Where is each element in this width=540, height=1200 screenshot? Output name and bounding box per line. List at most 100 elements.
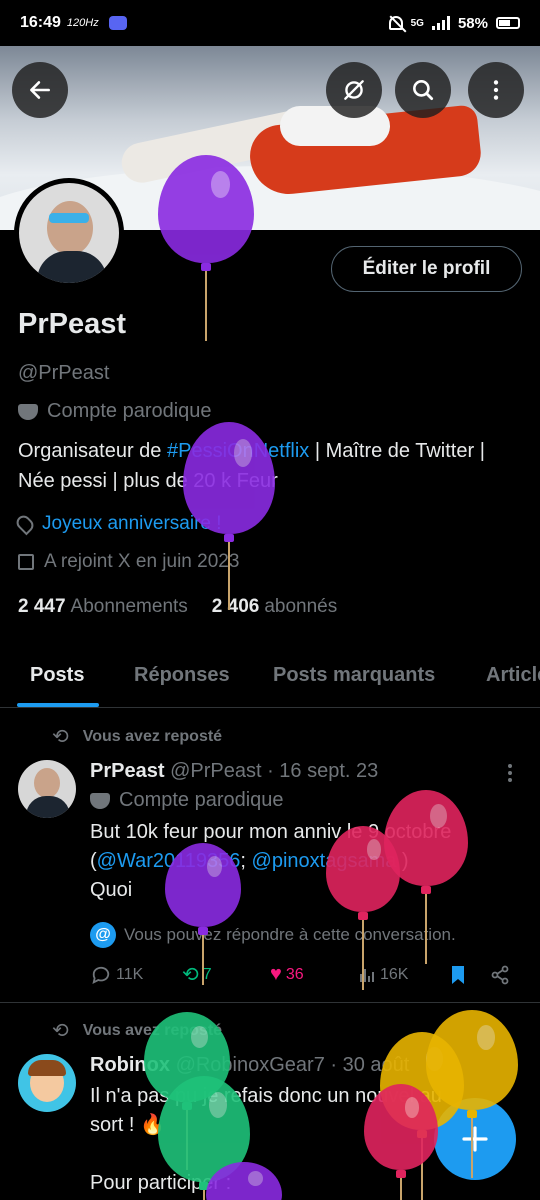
mute-bell-icon: [388, 16, 403, 30]
post-paren-open: (: [90, 850, 97, 872]
search-button[interactable]: [395, 62, 451, 118]
following-label: Abonnements: [70, 596, 188, 617]
post-paren-close: ): [396, 850, 409, 872]
post-text-line2: (@War20119356; @pinoxtagsama ): [90, 847, 520, 876]
post-separator: ;: [240, 850, 252, 872]
post-avatar-2[interactable]: [18, 1054, 76, 1112]
network-type: 5G: [410, 17, 424, 29]
bio-hashtag-link[interactable]: #PessiOnNetflix: [167, 440, 309, 462]
avatar-face: [47, 201, 93, 255]
follow-stats: 2 447 Abonnements 2 406 abonnés: [18, 596, 337, 618]
bio-text: Organisateur de: [18, 440, 167, 462]
repost-label: Vous avez reposté: [82, 727, 223, 745]
profile-avatar[interactable]: [14, 178, 124, 288]
post-text: But 10k feur pour mon anniv le 9 octobre…: [90, 818, 520, 905]
profile-name: PrPeast: [18, 308, 127, 340]
post-parody-label: Compte parodique: [90, 789, 284, 812]
at-sign-icon: @: [90, 922, 116, 948]
profile-location: Joyeux anniversaire !: [13, 512, 222, 536]
repost-button[interactable]: ⟲ 7: [182, 962, 270, 987]
following-link[interactable]: 2 447 Abonnements: [18, 596, 188, 618]
active-tab-indicator: [17, 703, 99, 707]
back-button[interactable]: [12, 62, 68, 118]
location-pin-icon: [13, 512, 37, 536]
repost-header: ⟲ Vous avez reposté: [52, 724, 222, 749]
heart-icon: ♥: [270, 963, 282, 985]
post-actions: 11K ⟲ 7 ♥ 36 16K: [90, 962, 520, 987]
discord-icon: [108, 16, 127, 30]
post-author[interactable]: PrPeast: [90, 760, 165, 782]
joined-text: A rejoint X en juin 2023: [44, 551, 240, 572]
grok-button[interactable]: [326, 62, 382, 118]
mention-link-2[interactable]: @pinoxtagsama: [252, 850, 397, 872]
profile-joined: A rejoint X en juin 2023: [18, 551, 239, 573]
repost-count: 7: [202, 965, 212, 983]
followers-link[interactable]: 2 406 abonnés: [212, 596, 337, 618]
mention-link-1[interactable]: @War20119356: [97, 850, 241, 872]
reply-count: 11K: [116, 965, 144, 983]
plus-icon: [462, 1126, 488, 1152]
back-arrow-icon: [30, 81, 50, 99]
followers-label: abonnés: [264, 596, 338, 617]
parody-text: Compte parodique: [47, 400, 212, 422]
bookmark-button[interactable]: [450, 965, 490, 985]
profile-bio: Organisateur de #PessiOnNetflix | Maître…: [18, 436, 518, 496]
repost-action-icon: ⟲: [182, 964, 199, 986]
tab-highlights[interactable]: Posts marquants: [273, 664, 435, 687]
parody-label: Compte parodique: [18, 400, 212, 423]
signal-icon: [431, 16, 450, 30]
battery-icon: [496, 17, 520, 29]
status-time: 16:49: [20, 14, 61, 31]
following-count: 2 447: [18, 596, 66, 617]
followers-count: 2 406: [211, 596, 260, 617]
avatar-glasses: [49, 213, 89, 223]
post-more-icon[interactable]: [508, 764, 512, 782]
profile-tabs: Posts Réponses Posts marquants Articles: [0, 648, 540, 708]
post-parody-mask-icon: [90, 792, 110, 809]
reply-icon: [92, 966, 110, 984]
post-header: PrPeast @PrPeast · 16 sept. 23: [90, 760, 378, 783]
tab-replies[interactable]: Réponses: [134, 664, 230, 687]
post-text-line3: Quoi: [90, 879, 133, 901]
post-avatar-shirt: [26, 796, 70, 818]
post-parody-text: Compte parodique: [119, 789, 284, 811]
post-divider: [0, 1002, 540, 1003]
post-handle-date: @PrPeast · 16 sept. 23: [170, 760, 379, 782]
like-button[interactable]: ♥ 36: [270, 963, 358, 986]
post-avatar-face: [34, 768, 60, 798]
repost-icon-2: ⟲: [52, 1020, 69, 1042]
edit-profile-button[interactable]: Éditer le profil: [331, 246, 522, 292]
refresh-rate: 120Hz: [66, 17, 99, 29]
repost-header-2: ⟲ Vous avez reposté: [52, 1018, 222, 1043]
reply-button[interactable]: 11K: [90, 965, 182, 985]
status-bar: 16:49 120Hz 5G 58%: [0, 0, 540, 46]
avatar-shirt: [37, 251, 107, 283]
profile-handle: @PrPeast: [18, 362, 110, 384]
post-text-line1: But 10k feur pour mon anniv le 9 octobre: [90, 821, 452, 843]
views-icon: [360, 968, 374, 982]
repost-icon: ⟲: [52, 726, 69, 748]
more-options-button[interactable]: [468, 62, 524, 118]
battery-percent: 58%: [457, 14, 488, 32]
like-count: 36: [285, 965, 304, 983]
share-button[interactable]: [490, 965, 510, 985]
more-vertical-icon: [493, 80, 499, 100]
share-icon: [491, 965, 509, 984]
location-link[interactable]: Joyeux anniversaire !: [42, 513, 222, 535]
banner-rider: [280, 106, 390, 146]
post-header-2: Robinox @RobinoxGear7 · 30 août: [90, 1054, 409, 1077]
compose-button[interactable]: [434, 1098, 516, 1180]
parody-mask-icon: [18, 403, 38, 420]
tab-articles[interactable]: Articles: [486, 664, 540, 687]
views-count: 16K: [380, 965, 409, 983]
reply-notice-text: Vous pouvez répondre à cette conversatio…: [124, 925, 456, 944]
post-handle-date-2: @RobinoxGear7 · 30 août: [175, 1054, 410, 1076]
post-author-2[interactable]: Robinox: [90, 1054, 170, 1076]
bookmark-icon: [452, 965, 464, 984]
views-button[interactable]: 16K: [358, 966, 450, 984]
post-avatar-2-hair: [28, 1060, 66, 1076]
post-avatar[interactable]: [18, 760, 76, 818]
reply-notice: @ Vous pouvez répondre à cette conversat…: [90, 922, 456, 948]
search-icon: [413, 80, 434, 101]
tab-posts[interactable]: Posts: [30, 664, 84, 687]
